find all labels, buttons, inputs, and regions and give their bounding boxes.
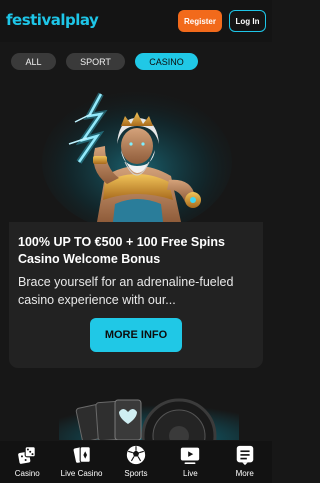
soccer-ball-icon [126, 445, 146, 465]
promo-title: 100% UP TO €500 + 100 Free Spins Casino … [18, 235, 225, 266]
roulette-cards-illustration [9, 390, 263, 440]
nav-live-label: Live [183, 469, 198, 478]
nav-sports-label: Sports [124, 469, 148, 478]
nav-casino-label: Casino [14, 469, 40, 478]
top-header: festivalplay Register Log In [0, 0, 272, 42]
cards-icon [73, 446, 91, 463]
filter-all[interactable]: ALL [11, 53, 56, 70]
nav-live[interactable]: Live [163, 444, 217, 478]
nav-casino[interactable]: Casino [0, 444, 54, 478]
bottom-navigation: Casino Live Casino Sports Live More [0, 441, 272, 483]
register-button[interactable]: Register [178, 10, 222, 32]
filter-casino[interactable]: CASINO [135, 53, 198, 70]
logo-text-play: play [64, 10, 99, 29]
play-video-icon [181, 447, 200, 464]
category-filters: ALL SPORT CASINO [11, 53, 198, 70]
nav-more[interactable]: More [218, 444, 272, 478]
next-promo-image[interactable] [9, 390, 263, 440]
nav-more-label: More [235, 469, 254, 478]
login-button[interactable]: Log In [229, 10, 266, 32]
promo-card: 100% UP TO €500 + 100 Free Spins Casino … [9, 222, 263, 368]
nav-live-casino[interactable]: Live Casino [55, 444, 109, 478]
logo-text-festival: festival [6, 10, 65, 29]
zeus-illustration [9, 92, 263, 222]
festivalplay-logo[interactable]: festivalplay [6, 10, 99, 29]
list-icon [236, 445, 253, 466]
more-info-button[interactable]: MORE INFO [90, 318, 182, 352]
filter-sport[interactable]: SPORT [66, 53, 125, 70]
nav-sports[interactable]: Sports [109, 444, 163, 478]
dice-icon [18, 446, 36, 464]
nav-live-casino-label: Live Casino [60, 469, 103, 478]
promo-description: Brace yourself for an adrenaline-fueled … [18, 275, 234, 307]
promo-hero-image[interactable] [9, 92, 263, 222]
